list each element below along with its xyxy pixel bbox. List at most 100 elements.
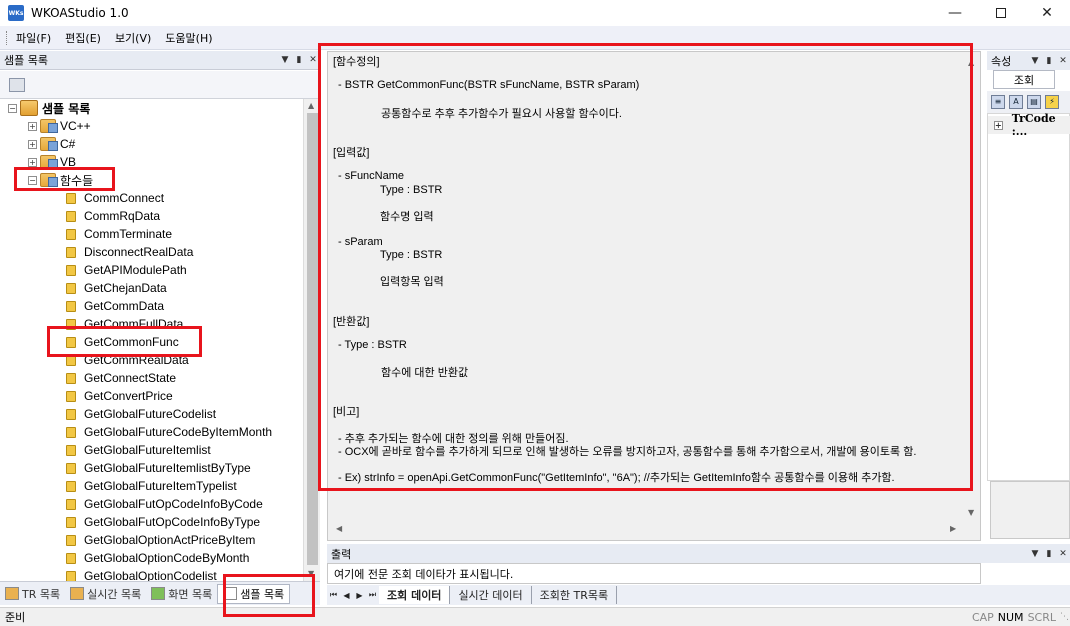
function-item[interactable]: GetGlobalFutOpCodeInfoByCode [66,495,263,513]
scroll-down-icon[interactable]: ▼ [968,508,974,517]
tab-query-data[interactable]: 조회 데이터 [379,586,451,604]
expand-icon[interactable]: + [994,120,1003,130]
tab-screen-list[interactable]: 화면 목록 [146,584,217,604]
last-tab-icon[interactable]: ⏭ [366,590,379,600]
next-tab-icon[interactable]: ▶ [353,591,366,600]
scroll-left-icon[interactable]: ◀ [336,524,342,533]
function-item[interactable]: GetGlobalOptionCodeByMonth [66,549,249,567]
pin-icon[interactable]: ▮ [1042,56,1056,66]
left-panel-tabs: TR 목록 실시간 목록 화면 목록 샘플 목록 [0,581,320,605]
scroll-up-icon[interactable]: ▲ [968,58,974,67]
property-pages-icon[interactable]: ▤ [1027,95,1041,109]
function-item[interactable]: GetGlobalFutureItemlist [66,441,211,459]
tree-item-label: 함수들 [60,173,94,188]
tree-item-functions[interactable]: − 함수들 [28,171,93,189]
function-item[interactable]: GetGlobalFutureCodeByItemMonth [66,423,272,441]
function-icon [66,336,76,348]
properties-tab-query[interactable]: 조회 [993,70,1055,89]
tree-item-vb[interactable]: + VB [28,153,76,171]
properties-toolbar: ≡ A ▤ ⚡ [987,91,1070,113]
return-type: - Type : BSTR [338,339,407,351]
pin-icon[interactable]: ▮ [1042,549,1056,559]
content-vertical-scrollbar[interactable]: ▲ ▼ [964,52,980,540]
function-item[interactable]: GetAPIModulePath [66,261,187,279]
sample-tree[interactable]: − 샘플 목록 + VC++ + C# + VB − 함수들 CommConne… [0,99,303,581]
function-item[interactable]: GetGlobalOptionActPriceByItem [66,531,255,549]
function-item[interactable]: CommConnect [66,189,164,207]
function-label: GetConvertPrice [84,389,173,403]
tree-root[interactable]: − 샘플 목록 [8,99,90,117]
tab-realtime-data[interactable]: 실시간 데이터 [450,586,532,604]
tab-realtime-list[interactable]: 실시간 목록 [65,584,146,604]
sample-list-toolbar [0,71,320,99]
close-icon[interactable]: ✕ [1056,549,1070,559]
function-summary: 공통함수로 추후 추가함수가 필요시 사용할 함수이다. [381,108,622,120]
close-icon: ✕ [1041,5,1053,21]
function-item[interactable]: GetGlobalFutOpCodeInfoByType [66,513,260,531]
property-row-trcode[interactable]: + TrCode :... [988,112,1070,138]
scroll-down-icon[interactable]: ▼ [308,569,314,578]
close-button[interactable]: ✕ [1024,0,1070,26]
dropdown-icon[interactable]: ▼ [278,55,292,65]
menu-view[interactable]: 보기(V) [108,30,158,46]
section-heading: [비고] [333,406,360,418]
function-label: GetConnectState [84,371,177,385]
function-item[interactable]: GetConvertPrice [66,387,173,405]
minimize-button[interactable]: — [932,0,978,26]
resize-grip-icon[interactable]: ⋱ [1060,612,1070,622]
close-icon[interactable]: ✕ [306,55,320,65]
function-item[interactable]: GetCommFullData [66,315,183,333]
categorized-icon[interactable]: ≡ [991,95,1005,109]
tree-scrollbar[interactable]: ▲ ▼ [303,99,320,581]
function-icon [66,480,76,492]
scroll-thumb[interactable] [307,113,318,565]
folder-icon [40,155,58,169]
maximize-button[interactable] [978,0,1024,26]
note-line: - OCX에 곧바로 함수를 추가하게 되므로 인해 발생하는 오류를 방지하고… [338,446,917,458]
function-item-selected[interactable]: GetCommonFunc [66,333,179,351]
scroll-up-icon[interactable]: ▲ [308,101,314,110]
tab-sample-list[interactable]: 샘플 목록 [217,583,291,604]
function-item[interactable]: GetGlobalFutureCodelist [66,405,216,423]
tree-item-csharp[interactable]: + C# [28,135,75,153]
properties-icon[interactable] [9,78,25,92]
function-icon [66,462,76,474]
dropdown-icon[interactable]: ▼ [1028,56,1042,66]
section-heading: [반환값] [333,316,370,328]
function-item[interactable]: GetCommRealData [66,351,189,369]
menu-edit[interactable]: 편집(E) [58,30,108,46]
function-item[interactable]: GetConnectState [66,369,176,387]
function-icon [66,300,76,312]
tab-tr-list[interactable]: TR 목록 [0,584,65,604]
close-icon[interactable]: ✕ [1056,56,1070,66]
minimize-icon: — [948,5,962,21]
prev-tab-icon[interactable]: ◀ [340,591,353,600]
function-item[interactable]: CommTerminate [66,225,172,243]
function-item[interactable]: DisconnectRealData [66,243,193,261]
sort-alpha-icon[interactable]: A [1009,95,1023,109]
function-item[interactable]: CommRqData [66,207,160,225]
function-item[interactable]: GetChejanData [66,279,167,297]
expand-icon[interactable]: + [28,139,37,149]
param-type: Type : BSTR [380,184,443,196]
events-icon[interactable]: ⚡ [1045,95,1059,109]
dropdown-icon[interactable]: ▼ [1028,549,1042,559]
function-item[interactable]: GetGlobalOptionCodelist [66,567,217,581]
tab-queried-tr-list[interactable]: 조회한 TR목록 [532,586,618,604]
first-tab-icon[interactable]: ⏮ [327,590,340,600]
function-icon [66,426,76,438]
scroll-right-icon[interactable]: ▶ [950,524,956,533]
collapse-icon[interactable]: − [8,103,17,113]
tree-item-label: VB [60,155,77,169]
function-item[interactable]: GetCommData [66,297,164,315]
pin-icon[interactable]: ▮ [292,55,306,65]
expand-icon[interactable]: + [28,121,37,131]
content-horizontal-scrollbar[interactable]: ◀ ▶ [328,521,964,539]
expand-icon[interactable]: + [28,157,37,167]
function-item[interactable]: GetGlobalFutureItemlistByType [66,459,251,477]
function-item[interactable]: GetGlobalFutureItemTypelist [66,477,237,495]
menu-help[interactable]: 도움말(H) [158,30,219,46]
menu-file[interactable]: 파일(F) [9,30,58,46]
collapse-icon[interactable]: − [28,175,37,185]
tree-item-vc[interactable]: + VC++ [28,117,91,135]
